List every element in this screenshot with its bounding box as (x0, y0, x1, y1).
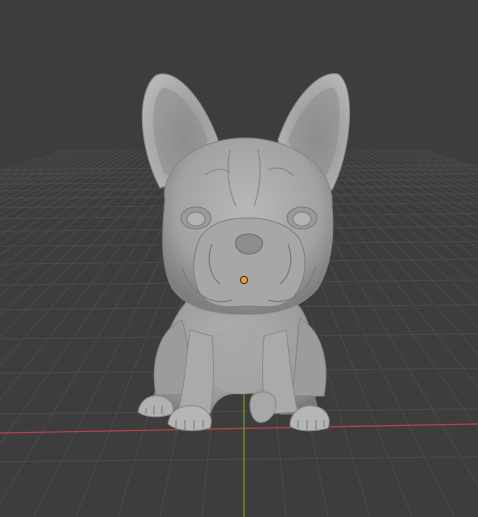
3d-viewport[interactable] (0, 0, 478, 517)
x-axis-line (0, 423, 478, 434)
grid-line (369, 149, 478, 203)
viewport-canvas[interactable] (0, 0, 478, 517)
bulldog-model[interactable] (137, 73, 350, 432)
left-back-paw (137, 395, 174, 418)
grid-line (321, 149, 478, 273)
grid-line (0, 456, 478, 463)
grid-line (0, 408, 478, 415)
nose (235, 233, 263, 255)
object-origin[interactable] (239, 275, 249, 285)
grid-line (333, 149, 478, 249)
tail-paw (249, 391, 277, 423)
muzzle (193, 217, 306, 308)
grid-line (339, 149, 478, 239)
grid-line (387, 149, 478, 189)
grid-line (327, 149, 478, 260)
